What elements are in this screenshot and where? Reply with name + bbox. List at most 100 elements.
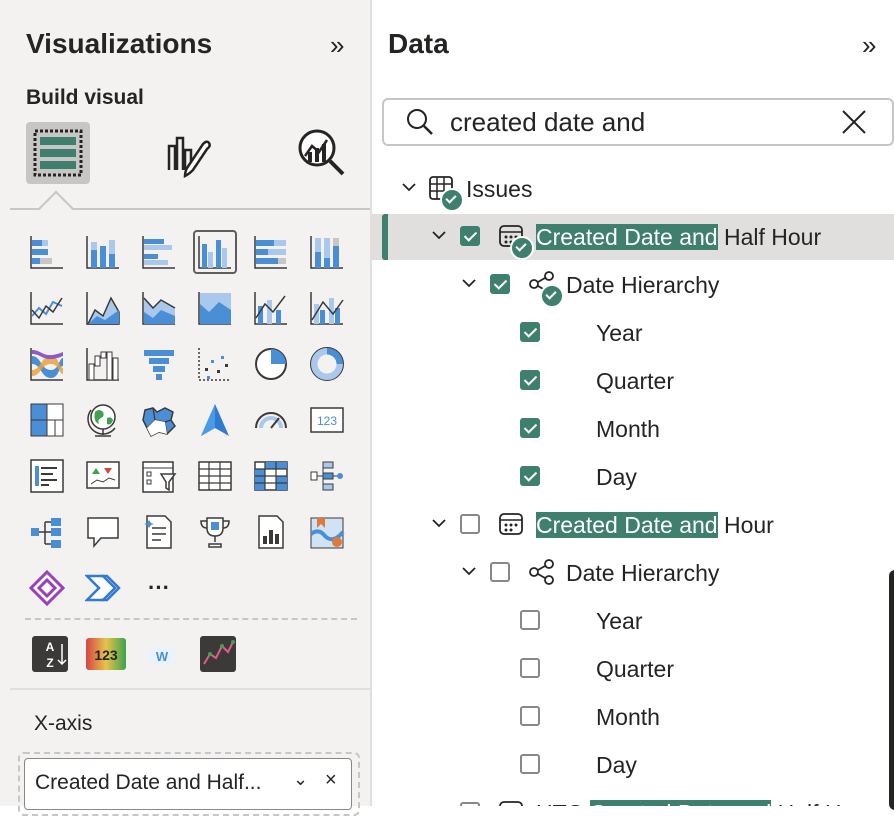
chevron-down-icon[interactable]	[430, 514, 448, 532]
tree-label: Month	[596, 416, 660, 443]
x-axis-field-pill[interactable]: Created Date and Half... ⌄ ×	[24, 758, 352, 810]
tree-field-row[interactable]: UTC Created Date and Half H	[372, 790, 894, 806]
collapse-visualizations-button[interactable]: »	[330, 30, 344, 61]
map-icon[interactable]	[83, 400, 123, 440]
metrics-icon[interactable]	[195, 512, 235, 552]
x-axis-label: X-axis	[34, 712, 93, 735]
filled-map-icon[interactable]	[139, 400, 179, 440]
remove-field-button[interactable]: ×	[325, 769, 337, 792]
smart-narrative-icon[interactable]	[139, 512, 179, 552]
field-checkbox[interactable]	[520, 706, 540, 726]
waterfall-chart-icon[interactable]	[83, 344, 123, 384]
field-checkbox[interactable]	[460, 514, 480, 534]
tree-level-row[interactable]: Month	[372, 406, 894, 452]
ribbon-chart-icon[interactable]	[27, 344, 67, 384]
field-checkbox[interactable]	[490, 562, 510, 582]
clustered-column-chart-icon[interactable]	[193, 230, 237, 274]
label-text: Quarter	[596, 368, 674, 394]
chevron-down-icon[interactable]	[460, 562, 478, 580]
tree-level-row[interactable]: Day	[372, 454, 894, 500]
build-visual-tab[interactable]	[26, 122, 90, 184]
field-checkbox[interactable]	[520, 658, 540, 678]
hierarchy-icon	[528, 559, 556, 590]
tree-field-row[interactable]: Created Date and Hour	[372, 502, 894, 548]
100-stacked-bar-chart-icon[interactable]	[251, 232, 291, 272]
tree-level-row[interactable]: Year	[372, 598, 894, 644]
scroll-handle[interactable]	[889, 570, 894, 810]
scatter-chart-icon[interactable]	[195, 344, 235, 384]
tree-field-row[interactable]: Created Date and Half Hour	[372, 214, 894, 260]
label-text: Date Hierarchy	[566, 560, 720, 586]
line-and-stacked-column-chart-icon[interactable]	[251, 288, 291, 328]
slicer-icon[interactable]	[139, 456, 179, 496]
search-input[interactable]	[448, 106, 832, 138]
build-visual-icon	[33, 129, 83, 177]
sparkline-visual-icon[interactable]	[198, 634, 238, 674]
tree-level-row[interactable]: Quarter	[372, 358, 894, 404]
card-icon[interactable]: 123	[307, 400, 347, 440]
azure-map-icon[interactable]	[195, 400, 235, 440]
power-automate-icon[interactable]	[83, 568, 123, 608]
line-and-clustered-column-chart-icon[interactable]	[307, 288, 347, 328]
multi-row-card-icon[interactable]	[27, 456, 67, 496]
chevron-down-icon[interactable]: ⌄	[293, 769, 308, 790]
clustered-bar-chart-icon[interactable]	[139, 232, 179, 272]
field-checkbox[interactable]	[460, 226, 480, 246]
analytics-tab[interactable]	[290, 122, 354, 184]
field-checkbox[interactable]	[520, 370, 540, 390]
format-visual-tab[interactable]	[156, 122, 220, 184]
stacked-bar-chart-icon[interactable]	[27, 232, 67, 272]
chevron-down-icon[interactable]	[430, 802, 448, 806]
key-influencers-icon[interactable]	[27, 512, 67, 552]
table-icon[interactable]	[195, 456, 235, 496]
checkmark-badge-icon	[540, 284, 564, 308]
field-checkbox[interactable]	[520, 754, 540, 774]
svg-text:Z: Z	[46, 656, 53, 670]
word-cloud-visual-icon[interactable]: W	[142, 634, 182, 674]
field-checkbox[interactable]	[520, 610, 540, 630]
field-checkbox[interactable]	[520, 466, 540, 486]
tree-hierarchy-row[interactable]: Date Hierarchy	[372, 550, 894, 596]
tree-label: Created Date and Hour	[536, 512, 774, 539]
card-123-visual-icon[interactable]: 123	[86, 634, 126, 674]
kpi-icon[interactable]	[83, 456, 123, 496]
pie-chart-icon[interactable]	[251, 344, 291, 384]
field-checkbox[interactable]	[490, 274, 510, 294]
tree-level-row[interactable]: Day	[372, 742, 894, 788]
search-match-highlight: Created Date and	[536, 512, 718, 538]
qa-icon[interactable]	[83, 512, 123, 552]
funnel-icon[interactable]	[139, 344, 179, 384]
data-search-box[interactable]	[382, 98, 894, 146]
tree-hierarchy-row[interactable]: Date Hierarchy	[372, 262, 894, 308]
more-visuals-icon[interactable]: ···	[139, 568, 179, 608]
tree-level-row[interactable]: Year	[372, 310, 894, 356]
decomposition-tree-icon[interactable]	[307, 456, 347, 496]
arcgis-map-icon[interactable]	[307, 512, 347, 552]
stacked-area-chart-icon[interactable]	[139, 288, 179, 328]
treemap-icon[interactable]	[27, 400, 67, 440]
stacked-column-chart-icon[interactable]	[83, 232, 123, 272]
100-stacked-column-chart-icon[interactable]	[307, 232, 347, 272]
chevron-down-icon[interactable]	[460, 274, 478, 292]
search-match-highlight: Created Date and	[589, 800, 772, 806]
az-sort-visual-icon[interactable]: A Z	[30, 634, 70, 674]
clear-search-icon[interactable]	[840, 108, 868, 136]
power-apps-icon[interactable]	[27, 568, 67, 608]
gauge-icon[interactable]	[251, 400, 291, 440]
field-checkbox[interactable]	[460, 802, 480, 806]
field-checkbox[interactable]	[520, 418, 540, 438]
100-stacked-area-chart-icon[interactable]	[195, 288, 235, 328]
tree-level-row[interactable]: Month	[372, 694, 894, 740]
paginated-report-icon[interactable]	[251, 512, 291, 552]
line-chart-icon[interactable]	[27, 288, 67, 328]
tree-label: Date Hierarchy	[566, 560, 719, 587]
chevron-down-icon[interactable]	[400, 178, 418, 196]
tree-level-row[interactable]: Quarter	[372, 646, 894, 692]
field-checkbox[interactable]	[520, 322, 540, 342]
tree-table-row[interactable]: Issues	[372, 166, 894, 212]
chevron-down-icon[interactable]	[430, 226, 448, 244]
collapse-data-button[interactable]: »	[862, 30, 876, 61]
area-chart-icon[interactable]	[83, 288, 123, 328]
donut-chart-icon[interactable]	[307, 344, 347, 384]
matrix-icon[interactable]	[251, 456, 291, 496]
